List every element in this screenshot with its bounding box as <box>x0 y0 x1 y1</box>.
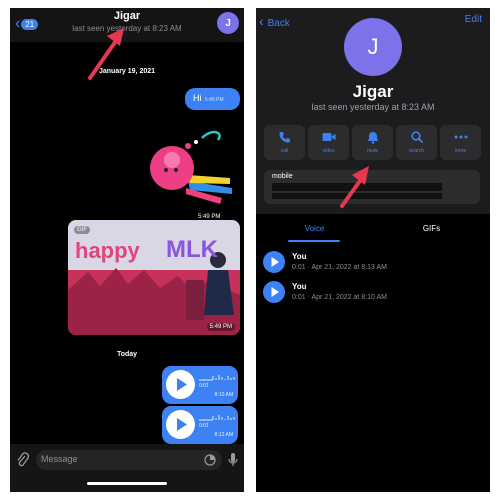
gif-caption-word: happy <box>75 238 140 263</box>
message-time: 8:10 AM <box>214 392 233 398</box>
profile-screen: ‹ Back Edit J Jigar last seen yesterday … <box>256 8 490 492</box>
voice-sender: You <box>292 252 307 261</box>
message-input-bar: Message <box>10 444 244 492</box>
waveform-icon <box>199 375 235 381</box>
media-tabs: Voice GIFs <box>256 220 490 242</box>
tab-voice[interactable]: Voice <box>256 224 373 233</box>
search-button[interactable]: search <box>396 125 437 160</box>
microphone-icon[interactable] <box>228 452 238 468</box>
voice-duration: 0:01 <box>199 383 209 389</box>
action-label: video <box>322 148 335 154</box>
message-time: 5:49 PM <box>205 97 224 103</box>
redacted-line <box>272 193 442 199</box>
profile-status: last seen yesterday at 8:23 AM <box>311 102 435 112</box>
action-label: search <box>408 148 424 154</box>
chat-subtitle: last seen yesterday at 8:23 AM <box>72 24 182 33</box>
tab-gifs[interactable]: GIFs <box>373 224 490 233</box>
date-separator: January 19, 2021 <box>98 68 156 75</box>
waveform-icon <box>199 415 235 421</box>
profile-avatar[interactable]: J <box>344 18 402 76</box>
voice-sender: You <box>292 282 307 291</box>
action-label: call <box>280 148 289 154</box>
phone-info-card[interactable]: mobile <box>264 170 480 204</box>
voice-meta: 0:01 · Apr 21, 2022 at 8:10 AM <box>292 294 387 301</box>
video-button[interactable]: video <box>308 125 349 160</box>
bell-icon <box>352 130 393 144</box>
back-label: Back <box>267 18 290 29</box>
message-bubble-hi[interactable]: Hi 5:49 PM <box>185 88 240 110</box>
voice-list-item[interactable]: You 0:01 · Apr 21, 2022 at 8:13 AM <box>256 248 490 278</box>
play-icon[interactable] <box>263 251 285 273</box>
chevron-left-icon: ‹ <box>259 13 268 29</box>
gif-message[interactable]: GIF happy MLK 5:49 PM <box>68 220 240 335</box>
call-button[interactable]: call <box>264 125 305 160</box>
paperclip-icon[interactable] <box>16 452 30 468</box>
chat-screen: ‹ 21 Jigar last seen yesterday at 8:23 A… <box>10 8 244 492</box>
chat-avatar[interactable]: J <box>217 12 239 34</box>
message-time: 8:13 AM <box>214 432 233 438</box>
voice-message[interactable]: 0:01 8:13 AM <box>162 406 238 444</box>
gif-badge: GIF <box>74 226 90 234</box>
play-icon[interactable] <box>166 410 195 439</box>
sticker-button-icon[interactable] <box>204 454 216 466</box>
home-indicator <box>87 482 167 485</box>
action-label: mute <box>366 148 379 154</box>
message-input[interactable]: Message <box>36 450 222 470</box>
message-time: 5:49 PM <box>206 323 235 331</box>
video-icon <box>308 130 349 144</box>
search-icon <box>396 130 437 144</box>
message-placeholder: Message <box>41 454 78 464</box>
profile-name: Jigar <box>352 82 394 101</box>
tab-indicator <box>288 240 340 242</box>
edit-button[interactable]: Edit <box>465 14 482 25</box>
message-text: Hi <box>193 93 202 103</box>
mute-button[interactable]: mute <box>352 125 393 160</box>
sticker-icon[interactable] <box>140 126 235 211</box>
chat-title[interactable]: Jigar <box>10 10 244 22</box>
back-button[interactable]: ‹ Back <box>259 13 290 29</box>
voice-duration: 0:01 <box>199 423 209 429</box>
redacted-phone-number <box>272 183 442 191</box>
info-label: mobile <box>272 173 293 180</box>
phone-icon <box>264 130 305 144</box>
date-separator: Today <box>116 351 138 358</box>
chat-header: ‹ 21 Jigar last seen yesterday at 8:23 A… <box>10 8 244 42</box>
more-button[interactable]: more <box>440 125 481 160</box>
play-icon[interactable] <box>166 370 195 399</box>
voice-list-item[interactable]: You 0:01 · Apr 21, 2022 at 8:10 AM <box>256 278 490 308</box>
action-label: more <box>454 148 467 154</box>
voice-meta: 0:01 · Apr 21, 2022 at 8:13 AM <box>292 264 387 271</box>
profile-header: ‹ Back Edit J Jigar last seen yesterday … <box>256 8 490 214</box>
gif-caption-word: MLK <box>166 236 218 263</box>
play-icon[interactable] <box>263 281 285 303</box>
more-icon <box>440 130 481 144</box>
voice-message[interactable]: 0:01 8:10 AM <box>162 366 238 404</box>
